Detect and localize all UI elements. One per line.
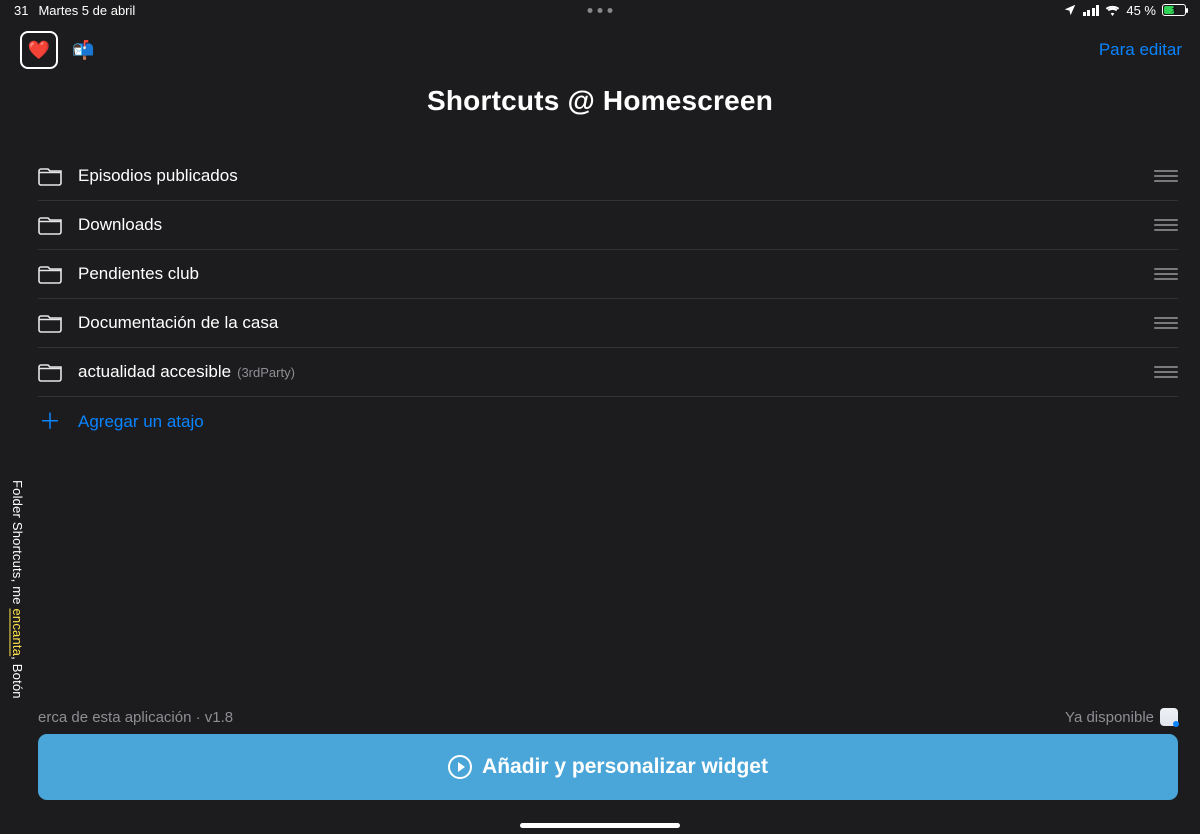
list-item[interactable]: Documentación de la casa	[38, 299, 1178, 348]
list-item-label: Episodios publicados	[78, 166, 244, 186]
folder-icon	[38, 362, 62, 382]
add-shortcut-label: Agregar un atajo	[78, 412, 204, 432]
shortcut-list: Episodios publicados Downloads Pendiente…	[38, 152, 1178, 446]
status-time-fragment: 31	[14, 3, 28, 18]
drag-handle-icon[interactable]	[1154, 366, 1178, 378]
heart-icon: ❤️	[28, 40, 50, 61]
drag-handle-icon[interactable]	[1154, 170, 1178, 182]
available-link[interactable]: Ya disponible	[1065, 708, 1178, 726]
play-circle-icon	[448, 755, 472, 779]
toolbar: ❤️ 📬 Para editar	[0, 28, 1200, 72]
plus-icon: ＋	[38, 411, 62, 433]
cellular-signal-icon	[1083, 5, 1100, 16]
status-date: Martes 5 de abril	[38, 3, 135, 18]
list-item-label: Documentación de la casa	[78, 313, 284, 333]
available-label: Ya disponible	[1065, 709, 1154, 726]
heart-button[interactable]: ❤️	[20, 31, 58, 69]
drag-handle-icon[interactable]	[1154, 268, 1178, 280]
drag-handle-icon[interactable]	[1154, 219, 1178, 231]
location-icon	[1063, 3, 1077, 17]
folder-icon	[38, 215, 62, 235]
folder-icon	[38, 264, 62, 284]
mailbox-button[interactable]: 📬	[72, 40, 94, 61]
multitasking-dots-icon[interactable]	[588, 8, 613, 13]
home-indicator[interactable]	[520, 823, 680, 828]
battery-icon: ⚡︎	[1162, 4, 1186, 16]
add-shortcut-button[interactable]: ＋ Agregar un atajo	[38, 397, 1178, 446]
edit-button[interactable]: Para editar	[1099, 40, 1182, 60]
list-item-label: Downloads	[78, 215, 168, 235]
add-widget-label: Añadir y personalizar widget	[482, 755, 768, 779]
list-item[interactable]: Episodios publicados	[38, 152, 1178, 201]
status-right: 45 % ⚡︎	[1063, 3, 1186, 18]
list-item[interactable]: Pendientes club	[38, 250, 1178, 299]
drag-handle-icon[interactable]	[1154, 317, 1178, 329]
status-bar: 31 Martes 5 de abril 45 % ⚡︎	[0, 0, 1200, 20]
list-item-label: actualidad accesible(3rdParty)	[78, 362, 295, 382]
folder-icon	[38, 166, 62, 186]
charging-icon: ⚡︎	[1171, 5, 1177, 16]
about-app-link[interactable]: erca de esta aplicación · v1.8	[38, 709, 233, 726]
list-item[interactable]: Downloads	[38, 201, 1178, 250]
add-widget-button[interactable]: Añadir y personalizar widget	[38, 734, 1178, 800]
mailbox-icon: 📬	[72, 40, 94, 60]
page-title: Shortcuts @ Homescreen	[0, 85, 1200, 117]
folder-icon	[38, 313, 62, 333]
swift-app-icon	[1160, 708, 1178, 726]
status-left: 31 Martes 5 de abril	[14, 3, 135, 18]
wifi-icon	[1105, 5, 1120, 16]
list-item[interactable]: actualidad accesible(3rdParty)	[38, 348, 1178, 397]
battery-percent: 45 %	[1126, 3, 1156, 18]
list-item-label: Pendientes club	[78, 264, 205, 284]
side-caption: Folder Shortcuts, me encanta, Botón	[10, 480, 25, 699]
